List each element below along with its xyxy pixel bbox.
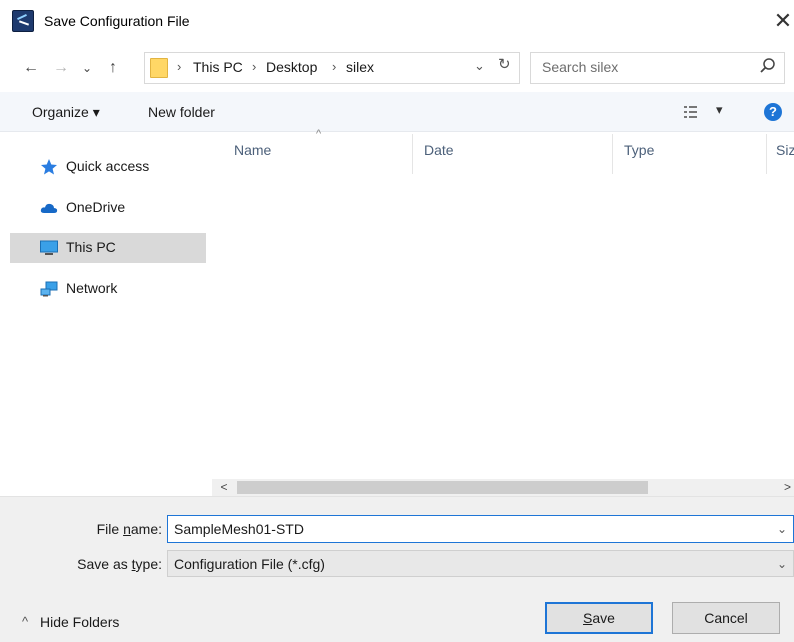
sidebar-item-label: Quick access [66,158,150,174]
sort-ascending-icon: ^ [316,128,322,140]
organize-button[interactable]: Organize ▾ [32,104,100,121]
breadcrumb-silex[interactable]: silex [346,59,374,75]
sidebar-item-quick-access[interactable]: Quick access [10,152,206,182]
folder-icon [150,58,168,78]
collapse-icon[interactable]: ^ [22,614,28,629]
network-icon [40,281,58,297]
cloud-icon [40,203,58,213]
breadcrumb-desktop[interactable]: Desktop [266,59,317,75]
view-dropdown-button[interactable]: ▾ [716,102,723,118]
breadcrumb-separator: › [332,59,337,74]
search-icon[interactable] [758,56,778,76]
breadcrumb-this-pc[interactable]: This PC [193,59,243,75]
view-options-icon[interactable] [684,105,702,119]
scrollbar-thumb[interactable] [237,481,648,494]
refresh-button[interactable]: ↻ [498,55,511,73]
hide-folders-button[interactable]: Hide Folders [40,614,119,630]
recent-locations-button[interactable]: ⌄ [78,55,96,81]
sidebar-item-label: OneDrive [66,199,126,215]
save-as-type-select[interactable]: Configuration File (*.cfg) ⌄ [167,550,794,577]
column-header-size[interactable]: Siz [776,142,794,158]
cancel-button[interactable]: Cancel [672,602,780,634]
save-button[interactable]: Save [545,602,653,634]
sidebar-item-network[interactable]: Network [10,274,206,304]
address-dropdown-button[interactable]: ⌄ [474,58,485,74]
star-icon [41,159,57,175]
app-icon [12,10,34,32]
file-name-value: SampleMesh01-STD [174,521,304,537]
column-divider[interactable] [412,134,413,174]
navigation-pane [0,132,210,496]
sidebar-item-this-pc[interactable]: This PC [10,233,206,263]
up-button[interactable]: ↑ [100,55,126,81]
sidebar-item-onedrive[interactable]: OneDrive [10,193,206,223]
column-divider[interactable] [612,134,613,174]
breadcrumb-separator: › [177,59,182,74]
scroll-right-icon[interactable]: > [784,479,794,496]
new-folder-button[interactable]: New folder [148,104,215,120]
column-header-type[interactable]: Type [624,142,654,158]
back-button[interactable]: ← [18,55,44,81]
sidebar-item-label: This PC [66,239,116,255]
chevron-down-icon[interactable]: ⌄ [777,522,787,536]
file-name-label: File name: [96,521,162,537]
monitor-icon [40,240,58,255]
save-as-type-value: Configuration File (*.cfg) [174,556,325,572]
column-divider[interactable] [766,134,767,174]
command-bar [0,92,794,132]
column-header-name[interactable]: Name [234,142,271,158]
scroll-left-icon[interactable]: < [216,479,232,496]
forward-button[interactable]: → [50,55,72,81]
column-header-date[interactable]: Date [424,142,454,158]
chevron-down-icon[interactable]: ⌄ [777,557,787,571]
search-input[interactable]: Search silex [542,59,618,75]
breadcrumb-separator: › [252,59,257,74]
save-as-type-label: Save as type: [77,556,162,572]
file-name-field[interactable]: SampleMesh01-STD ⌄ [167,515,794,543]
window-title: Save Configuration File [44,13,190,29]
sidebar-item-label: Network [66,280,118,296]
help-icon[interactable]: ? [764,103,782,121]
close-button[interactable]: ✕ [770,8,794,34]
